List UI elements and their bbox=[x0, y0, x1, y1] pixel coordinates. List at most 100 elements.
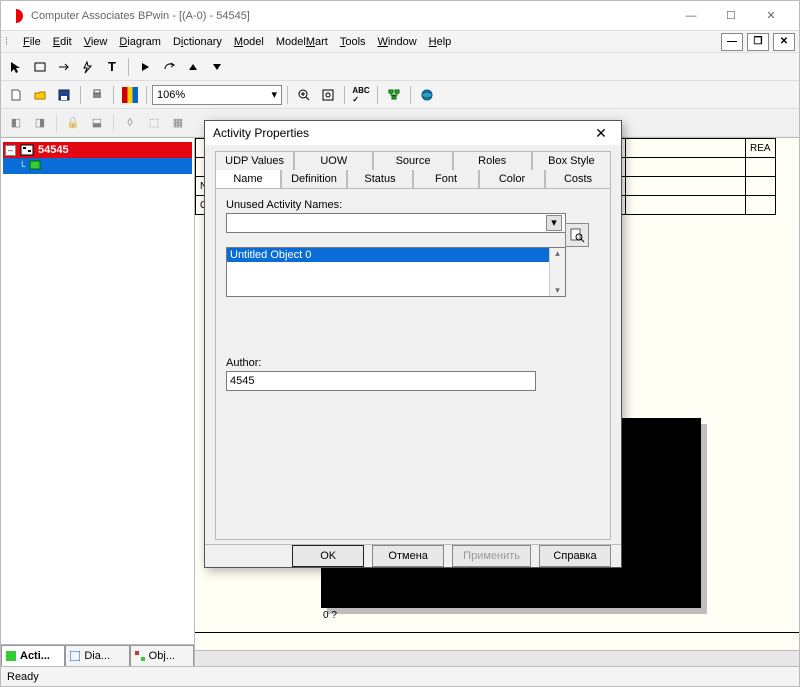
dialog-titlebar[interactable]: Activity Properties ✕ bbox=[205, 121, 621, 145]
mm-icon-1: ◧ bbox=[5, 112, 27, 134]
activity-properties-dialog: Activity Properties ✕ UDP Values UOW Sou… bbox=[204, 120, 622, 568]
tree-child-node[interactable]: └ bbox=[3, 158, 192, 174]
tab-box-style[interactable]: Box Style bbox=[532, 151, 611, 170]
globe-icon[interactable] bbox=[416, 84, 438, 106]
zoom-fit-icon[interactable] bbox=[317, 84, 339, 106]
side-panel: – 54545 └ Acti... Dia... bbox=[1, 138, 195, 666]
text-tool-icon[interactable]: T bbox=[101, 56, 123, 78]
help-button[interactable]: Справка bbox=[539, 545, 611, 567]
box-tool-icon[interactable] bbox=[29, 56, 51, 78]
tab-udp-values[interactable]: UDP Values bbox=[215, 151, 294, 170]
save-file-icon[interactable] bbox=[53, 84, 75, 106]
model-icon bbox=[20, 144, 34, 156]
author-value: 4545 bbox=[230, 375, 254, 387]
expander-icon[interactable]: – bbox=[5, 145, 16, 156]
tab-status[interactable]: Status bbox=[347, 170, 413, 188]
find-activity-button[interactable] bbox=[565, 223, 589, 247]
cancel-button[interactable]: Отмена bbox=[372, 545, 444, 567]
statusbar: Ready bbox=[1, 666, 799, 686]
tree-root-node[interactable]: – 54545 bbox=[3, 142, 192, 158]
menu-window[interactable]: Window bbox=[372, 34, 423, 50]
dialog-title: Activity Properties bbox=[213, 126, 589, 140]
menu-dictionary[interactable]: Dictionary bbox=[167, 34, 228, 50]
menu-view[interactable]: View bbox=[78, 34, 114, 50]
triangle-down-icon[interactable] bbox=[206, 56, 228, 78]
side-tab-activities[interactable]: Acti... bbox=[1, 645, 65, 666]
menu-diagram[interactable]: Diagram bbox=[113, 34, 167, 50]
side-tab-objects[interactable]: Obj... bbox=[130, 645, 194, 666]
activity-icon bbox=[29, 160, 43, 172]
pointer-tool-icon[interactable] bbox=[5, 56, 27, 78]
open-file-icon[interactable] bbox=[29, 84, 51, 106]
scroll-up-icon[interactable]: ▴ bbox=[550, 248, 565, 259]
dialog-close-button[interactable]: ✕ bbox=[589, 121, 613, 145]
toolbar-shapes: T bbox=[1, 53, 799, 81]
zoom-value: 106% bbox=[157, 89, 185, 101]
mdi-restore-button[interactable]: ❐ bbox=[747, 33, 769, 51]
dialog-tabs-row2: Name Definition Status Font Color Costs bbox=[215, 170, 611, 188]
tab-color[interactable]: Color bbox=[479, 170, 545, 188]
mm-icon-4: ◊ bbox=[119, 112, 141, 134]
list-item[interactable]: Untitled Object 0 bbox=[227, 248, 565, 262]
menu-model[interactable]: Model bbox=[228, 34, 270, 50]
menu-tools[interactable]: Tools bbox=[334, 34, 372, 50]
redo-icon[interactable] bbox=[158, 56, 180, 78]
tab-source[interactable]: Source bbox=[373, 151, 452, 170]
tab-costs[interactable]: Costs bbox=[545, 170, 611, 188]
window-title: Computer Associates BPwin - [(A-0) - 545… bbox=[31, 10, 671, 22]
menu-file[interactable]: File bbox=[17, 34, 47, 50]
tab-page-name: Unused Activity Names: ▾ Untitled Object… bbox=[215, 188, 611, 540]
mm-icon-3: ⬓ bbox=[86, 112, 108, 134]
tab-uow[interactable]: UOW bbox=[294, 151, 373, 170]
chevron-down-icon: ▾ bbox=[546, 215, 562, 231]
dialog-tabs-row1: UDP Values UOW Source Roles Box Style bbox=[215, 151, 611, 170]
author-label: Author: bbox=[226, 357, 600, 369]
spellcheck-icon[interactable]: ABC✓ bbox=[350, 84, 372, 106]
palette-icon[interactable] bbox=[119, 84, 141, 106]
new-file-icon[interactable] bbox=[5, 84, 27, 106]
listbox-scrollbar[interactable]: ▴▾ bbox=[549, 248, 565, 296]
grid-icon: ▦ bbox=[167, 112, 189, 134]
close-window-button[interactable]: ✕ bbox=[751, 2, 791, 30]
mdi-close-button[interactable]: ✕ bbox=[773, 33, 795, 51]
tree-root-label: 54545 bbox=[38, 144, 69, 156]
unused-names-combo[interactable]: ▾ bbox=[226, 213, 566, 233]
play-icon[interactable] bbox=[134, 56, 156, 78]
unused-names-label: Unused Activity Names: bbox=[226, 199, 600, 211]
model-tree[interactable]: – 54545 └ bbox=[1, 138, 194, 644]
zoom-combo[interactable]: 106% ▾ bbox=[152, 85, 282, 105]
menu-edit[interactable]: Edit bbox=[47, 34, 78, 50]
ok-button[interactable]: OK bbox=[292, 545, 364, 567]
mdi-minimize-button[interactable]: — bbox=[721, 33, 743, 51]
lock-icon: 🔒 bbox=[62, 112, 84, 134]
titlebar: Computer Associates BPwin - [(A-0) - 545… bbox=[1, 1, 799, 31]
menubar: ⁞ File Edit View Diagram Dictionary Mode… bbox=[1, 31, 799, 53]
print-icon[interactable] bbox=[86, 84, 108, 106]
status-text: Ready bbox=[7, 671, 39, 683]
tab-name[interactable]: Name bbox=[215, 170, 281, 188]
scroll-down-icon[interactable]: ▾ bbox=[550, 285, 565, 296]
search-page-icon bbox=[569, 227, 585, 243]
scrollbar-horizontal[interactable] bbox=[195, 650, 799, 666]
activity-box-label: 0 ? bbox=[323, 610, 337, 621]
menu-help[interactable]: Help bbox=[423, 34, 458, 50]
apply-button[interactable]: Применить bbox=[452, 545, 531, 567]
tree-view-icon[interactable] bbox=[383, 84, 405, 106]
header-rea: REA bbox=[746, 139, 776, 158]
tab-roles[interactable]: Roles bbox=[453, 151, 532, 170]
minimize-button[interactable]: — bbox=[671, 2, 711, 30]
objects-tab-icon bbox=[135, 651, 145, 661]
toolbar-file: 106% ▾ ABC✓ bbox=[1, 81, 799, 109]
triangle-up-icon[interactable] bbox=[182, 56, 204, 78]
tab-definition[interactable]: Definition bbox=[281, 170, 347, 188]
menu-modelmart[interactable]: ModelMart bbox=[270, 34, 334, 50]
tab-font[interactable]: Font bbox=[413, 170, 479, 188]
author-input[interactable]: 4545 bbox=[226, 371, 536, 391]
names-listbox[interactable]: Untitled Object 0 ▴▾ bbox=[226, 247, 566, 297]
zoom-in-icon[interactable] bbox=[293, 84, 315, 106]
side-tab-diagrams[interactable]: Dia... bbox=[65, 645, 129, 666]
mm-icon-2: ◨ bbox=[29, 112, 51, 134]
maximize-button[interactable]: ☐ bbox=[711, 2, 751, 30]
arrow-tool-icon[interactable] bbox=[53, 56, 75, 78]
lightning-tool-icon[interactable] bbox=[77, 56, 99, 78]
